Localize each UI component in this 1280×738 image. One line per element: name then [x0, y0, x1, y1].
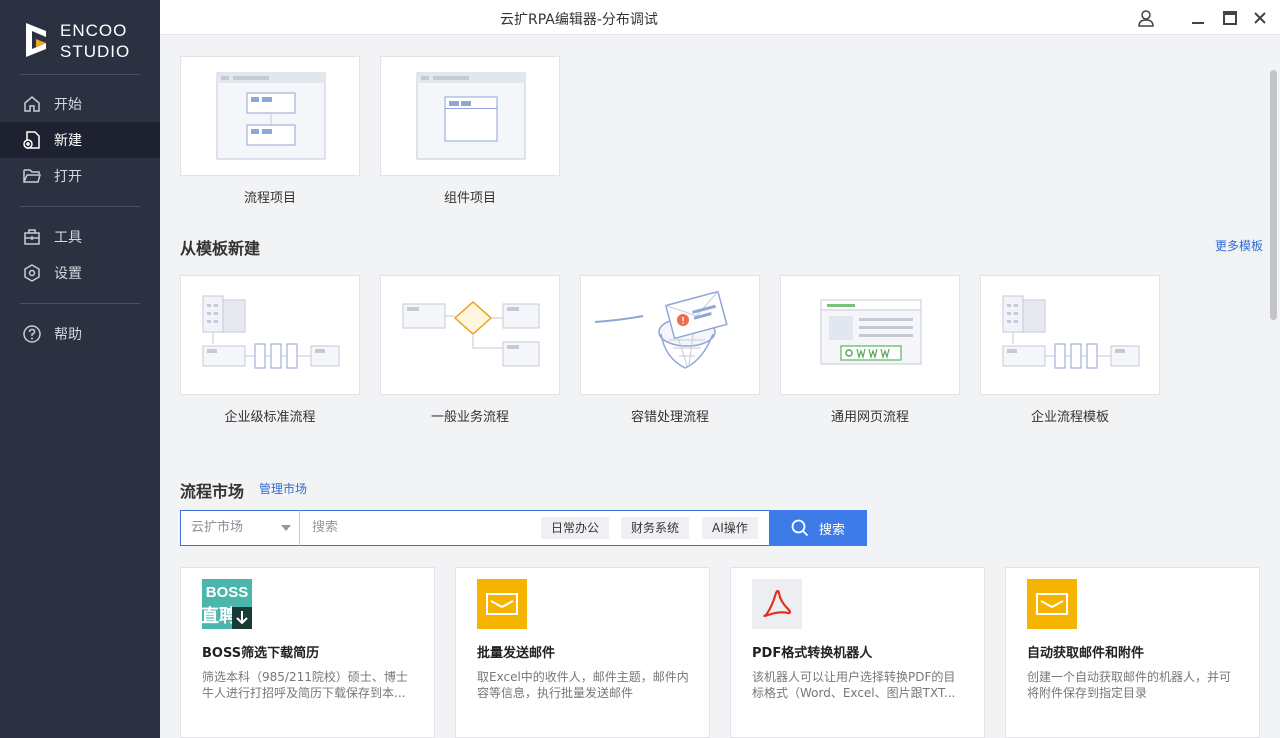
- mail-icon: [1027, 579, 1077, 629]
- market-search-bar: 云扩市场 搜索 日常办公 财务系统 AI操作 搜索: [180, 510, 867, 546]
- market-card-desc: 筛选本科（985/211院校）硕士、博士牛人进行打招呼及简历下载保存到本...: [202, 670, 408, 700]
- minimize-button[interactable]: [1186, 6, 1210, 30]
- window-title: 云扩RPA编辑器-分布调试: [500, 12, 658, 28]
- sidebar-item-label: 工具: [54, 230, 82, 246]
- settings-icon: [24, 264, 40, 282]
- enterprise-template-icon: [1002, 295, 1140, 369]
- home-icon: [24, 96, 40, 112]
- template-label: 一般业务流程: [430, 410, 509, 425]
- sidebar-divider: [20, 74, 140, 75]
- market-card-title: PDF格式转换机器人: [752, 646, 873, 661]
- market-card-title: 自动获取邮件和附件: [1027, 646, 1145, 661]
- flow-project-label: 流程项目: [243, 191, 296, 206]
- template-card-error-handling[interactable]: [580, 275, 760, 395]
- sidebar-item-help[interactable]: 帮助: [0, 316, 160, 352]
- main-content: 流程项目 组件项目 从模板新建 更多模板 企业级标准流程 一般业务流程 容错处理…: [160, 36, 1268, 738]
- template-card-web-flow[interactable]: [780, 275, 960, 395]
- maximize-icon: [1223, 11, 1237, 25]
- tag-finance-system[interactable]: 财务系统: [621, 517, 690, 539]
- manage-market-link[interactable]: 管理市场: [259, 480, 307, 497]
- market-card-desc: 该机器人可以让用户选择转换PDF的目标格式（Word、Excel、图片跟TXT.…: [752, 670, 956, 700]
- flow-project-icon: [216, 72, 326, 160]
- template-card-general-business[interactable]: [380, 275, 560, 395]
- minimize-icon: [1192, 22, 1204, 24]
- sidebar-item-label: 设置: [54, 266, 82, 282]
- template-label: 通用网页流程: [830, 410, 909, 425]
- template-card-enterprise-template[interactable]: [980, 275, 1160, 395]
- sidebar-item-tools[interactable]: 工具: [0, 219, 160, 255]
- close-button[interactable]: [1248, 6, 1272, 30]
- market-card-pdf[interactable]: PDF格式转换机器人 该机器人可以让用户选择转换PDF的目标格式（Word、Ex…: [730, 567, 985, 738]
- pdf-icon: [752, 579, 802, 629]
- sidebar-item-open[interactable]: 打开: [0, 158, 160, 194]
- sidebar-item-new[interactable]: 新建: [0, 122, 160, 158]
- encoo-logo: ENCOO STUDIO: [24, 17, 144, 65]
- search-placeholder: 搜索: [312, 520, 339, 535]
- market-card-desc: 创建一个自动获取邮件的机器人，并可将附件保存到指定目录: [1027, 670, 1232, 700]
- template-label: 企业级标准流程: [224, 410, 316, 425]
- scrollbar-thumb[interactable]: [1270, 70, 1277, 320]
- vertical-scrollbar[interactable]: [1268, 36, 1280, 738]
- brand-line1: ENCOO: [60, 21, 128, 40]
- sidebar-divider: [20, 206, 140, 207]
- web-flow-icon: [820, 299, 922, 365]
- dropdown-arrow-icon: [281, 525, 291, 531]
- market-search-input[interactable]: 搜索: [299, 510, 770, 546]
- search-icon: [791, 519, 809, 537]
- flow-project-card[interactable]: [180, 56, 360, 176]
- sidebar-item-label: 帮助: [54, 327, 82, 343]
- business-flow-icon: [402, 300, 540, 367]
- component-project-icon: [416, 72, 526, 160]
- tag-ai-operation[interactable]: AI操作: [702, 517, 758, 539]
- search-button[interactable]: 搜索: [769, 510, 867, 546]
- encoo-logo-icon: [26, 23, 46, 57]
- toolbox-icon: [24, 229, 40, 245]
- error-handling-icon: [594, 290, 728, 369]
- close-icon: [1254, 12, 1266, 24]
- enterprise-flow-icon: [202, 295, 340, 369]
- market-card-desc: 取Excel中的收件人，邮件主题，邮件内容等信息，执行批量发送邮件: [477, 670, 689, 700]
- market-card-boss[interactable]: BOSS 直聘 BOSS筛选下载简历 筛选本科（985/211院校）硕士、博士牛…: [180, 567, 435, 738]
- component-project-label: 组件项目: [443, 191, 496, 206]
- component-project-card[interactable]: [380, 56, 560, 176]
- market-card-batch-mail[interactable]: 批量发送邮件 取Excel中的收件人，邮件主题，邮件内容等信息，执行批量发送邮件: [455, 567, 710, 738]
- market-card-title: BOSS筛选下载简历: [202, 646, 320, 661]
- templates-section-title: 从模板新建: [180, 239, 261, 258]
- brand-line2: STUDIO: [60, 42, 131, 61]
- sidebar-item-settings[interactable]: 设置: [0, 255, 160, 291]
- boss-zhipin-icon: BOSS 直聘: [202, 579, 252, 629]
- boss-icon-text: BOSS: [206, 584, 249, 601]
- market-source-select[interactable]: 云扩市场: [180, 510, 300, 546]
- mail-icon: [477, 579, 527, 629]
- sidebar-item-start[interactable]: 开始: [0, 86, 160, 122]
- title-bar: 云扩RPA编辑器-分布调试: [160, 0, 1280, 35]
- template-label: 企业流程模板: [1030, 410, 1109, 425]
- user-icon: [1138, 10, 1154, 27]
- search-button-label: 搜索: [818, 522, 845, 538]
- more-templates-link[interactable]: 更多模板: [1215, 237, 1263, 254]
- sidebar-divider: [20, 303, 140, 304]
- user-account-button[interactable]: [1134, 6, 1158, 30]
- sidebar-item-label: 开始: [54, 97, 82, 113]
- new-file-icon: [23, 131, 40, 149]
- template-card-enterprise-standard[interactable]: [180, 275, 360, 395]
- sidebar: ENCOO STUDIO 开始 新建 打开 工具 设置 帮助: [0, 0, 160, 738]
- market-card-auto-mail[interactable]: 自动获取邮件和附件 创建一个自动获取邮件的机器人，并可将附件保存到指定目录: [1005, 567, 1260, 738]
- market-source-value: 云扩市场: [191, 520, 244, 535]
- market-section-title: 流程市场: [180, 482, 245, 501]
- help-icon: [23, 325, 41, 343]
- folder-open-icon: [23, 169, 41, 183]
- boss-icon-text2: 直聘: [202, 605, 237, 627]
- maximize-button[interactable]: [1218, 6, 1242, 30]
- template-label: 容错处理流程: [630, 410, 709, 425]
- market-card-title: 批量发送邮件: [477, 646, 556, 661]
- tag-daily-office[interactable]: 日常办公: [541, 517, 610, 539]
- sidebar-item-label: 新建: [54, 133, 82, 149]
- sidebar-item-label: 打开: [54, 169, 82, 185]
